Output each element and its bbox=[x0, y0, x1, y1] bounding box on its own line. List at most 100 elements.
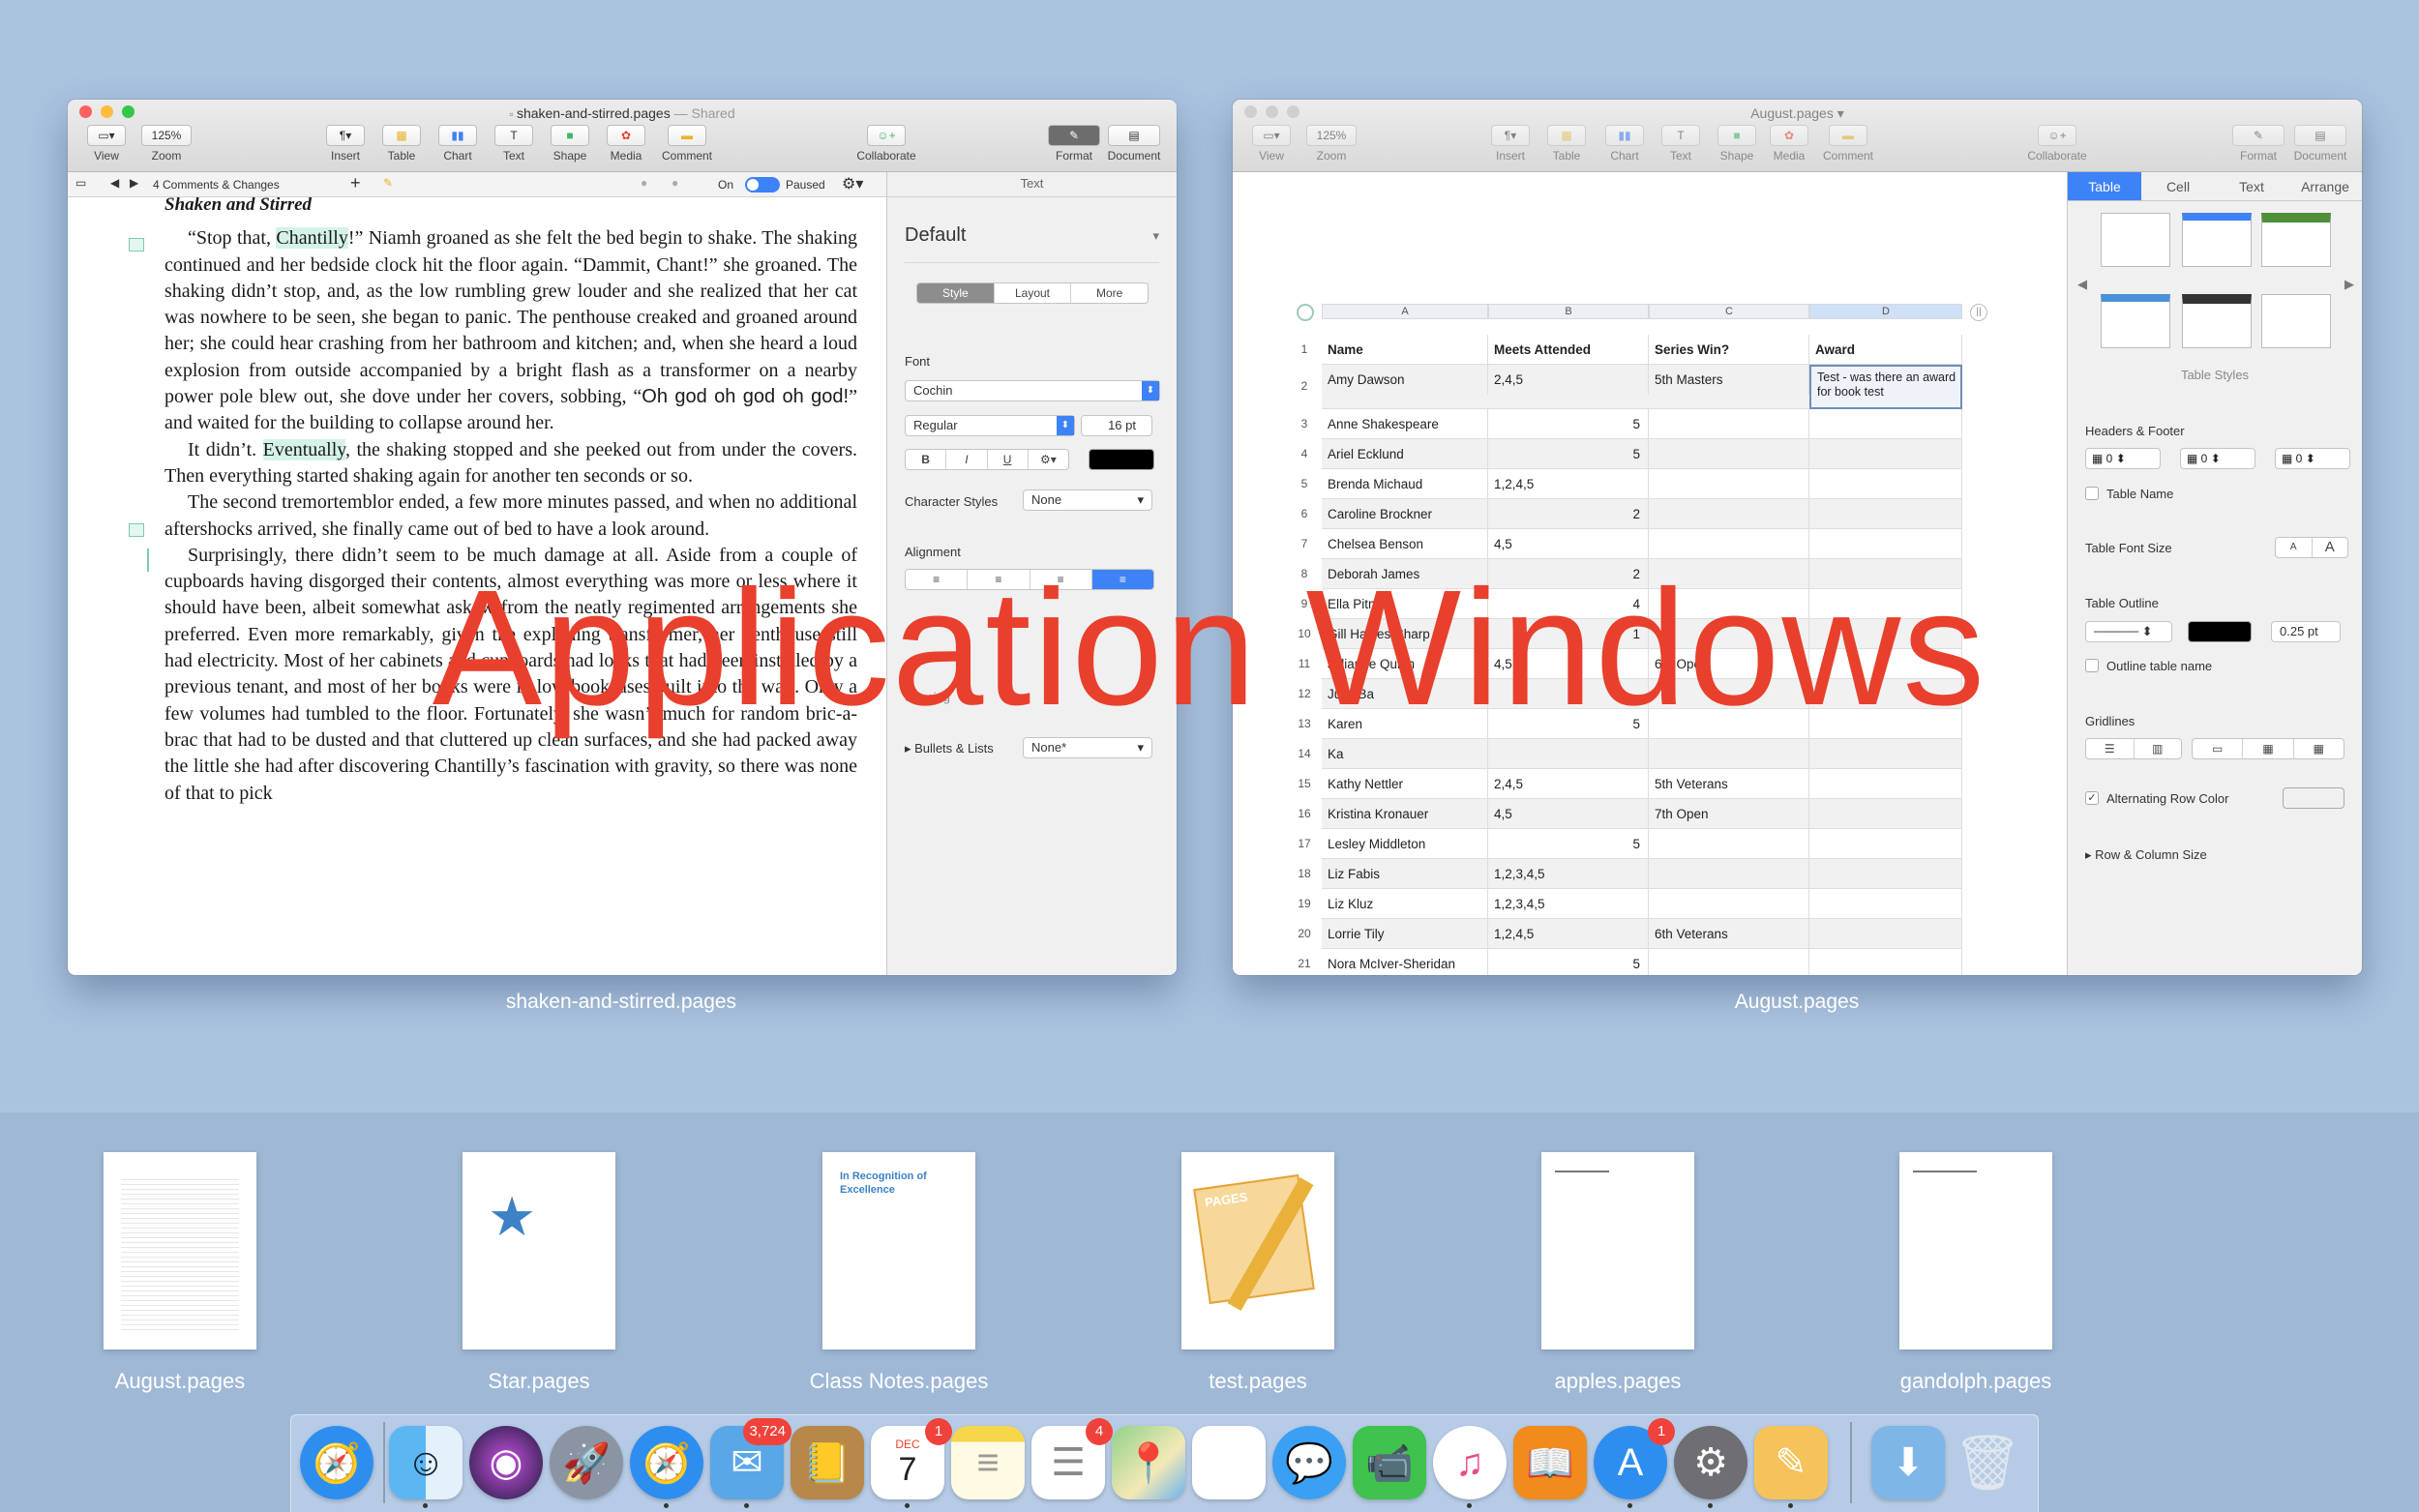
row-column-size-disclosure[interactable]: ▸ Row & Column Size bbox=[2085, 847, 2207, 863]
table-cell[interactable]: Ariel Ecklund bbox=[1322, 439, 1488, 469]
format-button[interactable]: ✎ Format bbox=[2229, 125, 2287, 163]
bullets-lists-disclosure[interactable]: ▸ Bullets & Lists bbox=[905, 741, 994, 756]
table-cell[interactable]: Liz Kluz bbox=[1322, 889, 1488, 919]
table-cell[interactable]: Meets Attended bbox=[1488, 335, 1649, 365]
row-number[interactable]: 7 bbox=[1293, 537, 1316, 550]
table-cell[interactable]: 5 bbox=[1488, 949, 1649, 975]
alternating-color-well[interactable] bbox=[2283, 787, 2344, 809]
table-button[interactable]: ▦ Table bbox=[1542, 125, 1591, 163]
minimized-window-gandolph[interactable] bbox=[1899, 1152, 2052, 1349]
media-button[interactable]: ✿ Media bbox=[1765, 125, 1813, 163]
table-cell[interactable] bbox=[1649, 409, 1809, 439]
font-family-select[interactable]: Cochin ⬍ bbox=[905, 380, 1160, 401]
insert-button[interactable]: ¶▾ Insert bbox=[321, 125, 370, 163]
app-store-icon[interactable]: A1 bbox=[1594, 1418, 1675, 1499]
row-number[interactable]: 17 bbox=[1293, 837, 1316, 850]
table-cell[interactable] bbox=[1809, 889, 1962, 919]
row-number[interactable]: 20 bbox=[1293, 927, 1316, 940]
table-style-thumb[interactable] bbox=[2261, 213, 2331, 267]
table-cell[interactable]: 5th Masters bbox=[1649, 365, 1809, 395]
table-cell[interactable]: Brenda Michaud bbox=[1322, 469, 1488, 499]
ibooks-icon[interactable]: 📖 bbox=[1513, 1426, 1587, 1499]
table-cell[interactable]: 6th Veterans bbox=[1649, 919, 1809, 949]
siri-icon[interactable]: ◉ bbox=[469, 1426, 543, 1499]
table-cell[interactable] bbox=[1809, 529, 1962, 559]
table-cell[interactable] bbox=[1809, 739, 1962, 769]
row-number[interactable]: 15 bbox=[1293, 777, 1316, 790]
styles-prev-icon[interactable]: ◀ bbox=[2077, 277, 2087, 292]
table-cell[interactable]: Lorrie Tily bbox=[1322, 919, 1488, 949]
facetime-icon[interactable]: 📹 bbox=[1353, 1426, 1426, 1499]
table-cell[interactable]: 5 bbox=[1488, 409, 1649, 439]
table-button[interactable]: ▦ Table bbox=[377, 125, 426, 163]
table-style-thumb[interactable] bbox=[2261, 294, 2331, 348]
table-cell[interactable] bbox=[1809, 829, 1962, 859]
comment-button[interactable]: ▬ Comment bbox=[1819, 125, 1877, 163]
styles-next-icon[interactable]: ▶ bbox=[2344, 277, 2354, 292]
messages-icon[interactable]: 💬 bbox=[1272, 1426, 1346, 1499]
tab-cell[interactable]: Cell bbox=[2141, 172, 2215, 200]
bold-button[interactable]: B bbox=[906, 450, 947, 469]
table-cell[interactable] bbox=[1649, 859, 1809, 889]
shape-button[interactable]: ■ Shape bbox=[546, 125, 594, 163]
select-all-handle[interactable] bbox=[1297, 304, 1314, 321]
text-button[interactable]: T Text bbox=[1657, 125, 1705, 163]
table-style-thumb[interactable] bbox=[2101, 213, 2170, 267]
gridline-buttons-a[interactable]: ☰ ▥ bbox=[2085, 738, 2182, 759]
table-cell[interactable]: Chelsea Benson bbox=[1322, 529, 1488, 559]
row-number[interactable]: 16 bbox=[1293, 807, 1316, 820]
table-cell[interactable] bbox=[1809, 769, 1962, 799]
contacts-icon[interactable]: 📒 bbox=[791, 1426, 864, 1499]
collaborate-button[interactable]: ☺+ Collaborate bbox=[848, 125, 925, 163]
media-button[interactable]: ✿ Media bbox=[602, 125, 650, 163]
system-preferences-icon[interactable]: ⚙ bbox=[1674, 1426, 1747, 1499]
column-header[interactable]: D bbox=[1809, 304, 1962, 319]
row-number[interactable]: 6 bbox=[1293, 507, 1316, 520]
maps-icon[interactable]: 📍 bbox=[1112, 1426, 1185, 1499]
comments-count[interactable]: 4 Comments & Changes bbox=[153, 178, 280, 192]
gear-icon[interactable]: ⚙▾ bbox=[842, 174, 863, 193]
table-cell[interactable] bbox=[1649, 889, 1809, 919]
next-comment-icon[interactable]: ▶ bbox=[130, 176, 138, 190]
table-cell[interactable]: Caroline Brockner bbox=[1322, 499, 1488, 529]
document-button[interactable]: ▤ Document bbox=[2284, 125, 2357, 163]
table-name-checkbox[interactable] bbox=[2085, 487, 2099, 500]
table-cell[interactable] bbox=[1809, 469, 1962, 499]
table-cell[interactable] bbox=[1488, 739, 1649, 769]
table-cell[interactable]: 5 bbox=[1488, 439, 1649, 469]
chart-button[interactable]: ▮▮ Chart bbox=[433, 125, 482, 163]
table-cell[interactable] bbox=[1649, 829, 1809, 859]
format-button[interactable]: ✎ Format bbox=[1045, 125, 1103, 163]
table-cell[interactable]: 1,2,4,5 bbox=[1488, 919, 1649, 949]
minimized-window-test[interactable]: PAGES bbox=[1181, 1152, 1334, 1349]
table-cell[interactable] bbox=[1649, 949, 1809, 975]
table-cell[interactable] bbox=[1649, 739, 1809, 769]
row-number[interactable]: 4 bbox=[1293, 447, 1316, 460]
style-tabs[interactable]: Style Layout More bbox=[916, 282, 1149, 304]
table-cell[interactable] bbox=[1809, 949, 1962, 975]
trash-icon[interactable]: 🗑 bbox=[1951, 1426, 2024, 1499]
safari-handoff-icon[interactable]: 🧭 bbox=[300, 1426, 373, 1499]
reminders-icon[interactable]: ☰ 4 bbox=[1031, 1418, 1113, 1499]
reject-icon[interactable]: ● bbox=[672, 176, 678, 190]
document-button[interactable]: ▤ Document bbox=[1097, 125, 1171, 163]
decrease-font-button[interactable]: A bbox=[2276, 538, 2313, 557]
table-cell[interactable]: Award bbox=[1809, 335, 1962, 365]
highlight-pen-icon[interactable]: ✎ bbox=[383, 176, 393, 190]
gridline-buttons-b[interactable]: ▭ ▦ ▦ bbox=[2192, 738, 2344, 759]
table-cell[interactable]: Liz Fabis bbox=[1322, 859, 1488, 889]
accept-icon[interactable]: ● bbox=[641, 176, 647, 190]
header-lines-icon[interactable]: ▭ bbox=[2193, 739, 2244, 758]
header-rows-stepper[interactable]: ▦ 0 ⬍ bbox=[2085, 448, 2161, 469]
downloads-folder-icon[interactable]: ⬇ bbox=[1871, 1426, 1945, 1499]
table-cell[interactable]: Ka bbox=[1322, 739, 1488, 769]
underline-button[interactable]: U bbox=[988, 450, 1029, 469]
table-cell[interactable]: Kristina Kronauer bbox=[1322, 799, 1488, 829]
table-cell[interactable] bbox=[1809, 799, 1962, 829]
column-header[interactable]: C bbox=[1649, 304, 1809, 319]
bullets-select[interactable]: None* ▾ bbox=[1023, 737, 1152, 758]
row-number[interactable]: 3 bbox=[1293, 417, 1316, 430]
minimized-window-apples[interactable] bbox=[1541, 1152, 1694, 1349]
collaborate-button[interactable]: ☺+ Collaborate bbox=[2018, 125, 2096, 163]
tab-layout[interactable]: Layout bbox=[995, 283, 1072, 303]
